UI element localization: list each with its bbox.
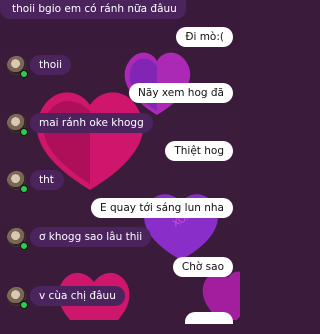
online-status-icon — [20, 185, 28, 193]
outgoing-message-bubble[interactable]: Nãy xem hog đã — [129, 83, 233, 103]
online-status-icon — [20, 70, 28, 78]
message-row: Chờ sao — [0, 257, 240, 279]
message-row: mai ránh oke khogg — [0, 113, 240, 136]
incoming-message-bubble[interactable]: thoii — [30, 55, 72, 75]
message-row: v cùa chị đâuu — [0, 286, 240, 309]
online-status-icon — [20, 128, 28, 136]
incoming-message-bubble[interactable]: thoii bgio em có ránh nữa đâuu — [0, 0, 186, 19]
outgoing-message-bubble[interactable]: Thiệt hog — [165, 141, 233, 161]
incoming-message-bubble[interactable]: ơ khogg sao lâu thii — [30, 227, 152, 247]
online-status-icon — [20, 242, 28, 250]
incoming-message-bubble[interactable]: tht — [30, 170, 64, 190]
incoming-message-bubble[interactable]: mai ránh oke khogg — [30, 113, 153, 133]
message-row: E quay tới sáng lun nha — [0, 198, 240, 220]
outgoing-message-bubble-partial — [185, 312, 233, 324]
outgoing-message-bubble[interactable]: Chờ sao — [172, 257, 233, 277]
message-row: Nãy xem hog đã — [0, 83, 240, 105]
outgoing-message-bubble[interactable]: E quay tới sáng lun nha — [91, 198, 233, 218]
message-row — [0, 312, 240, 334]
message-row: Thiệt hog — [0, 141, 240, 163]
online-status-icon — [20, 301, 28, 309]
chat-thread: thoii bgio em có ránh nữa đâuu Đi mò:( t… — [0, 0, 240, 324]
incoming-message-bubble[interactable]: v cùa chị đâuu — [30, 286, 125, 306]
outgoing-message-bubble[interactable]: Đi mò:( — [176, 27, 233, 47]
message-row: ơ khogg sao lâu thii — [0, 227, 240, 250]
message-row: tht — [0, 170, 240, 193]
message-row: thoii bgio em có ránh nữa đâuu — [0, 0, 240, 21]
message-row: Đi mò:( — [0, 27, 240, 49]
message-row: thoii — [0, 55, 240, 78]
